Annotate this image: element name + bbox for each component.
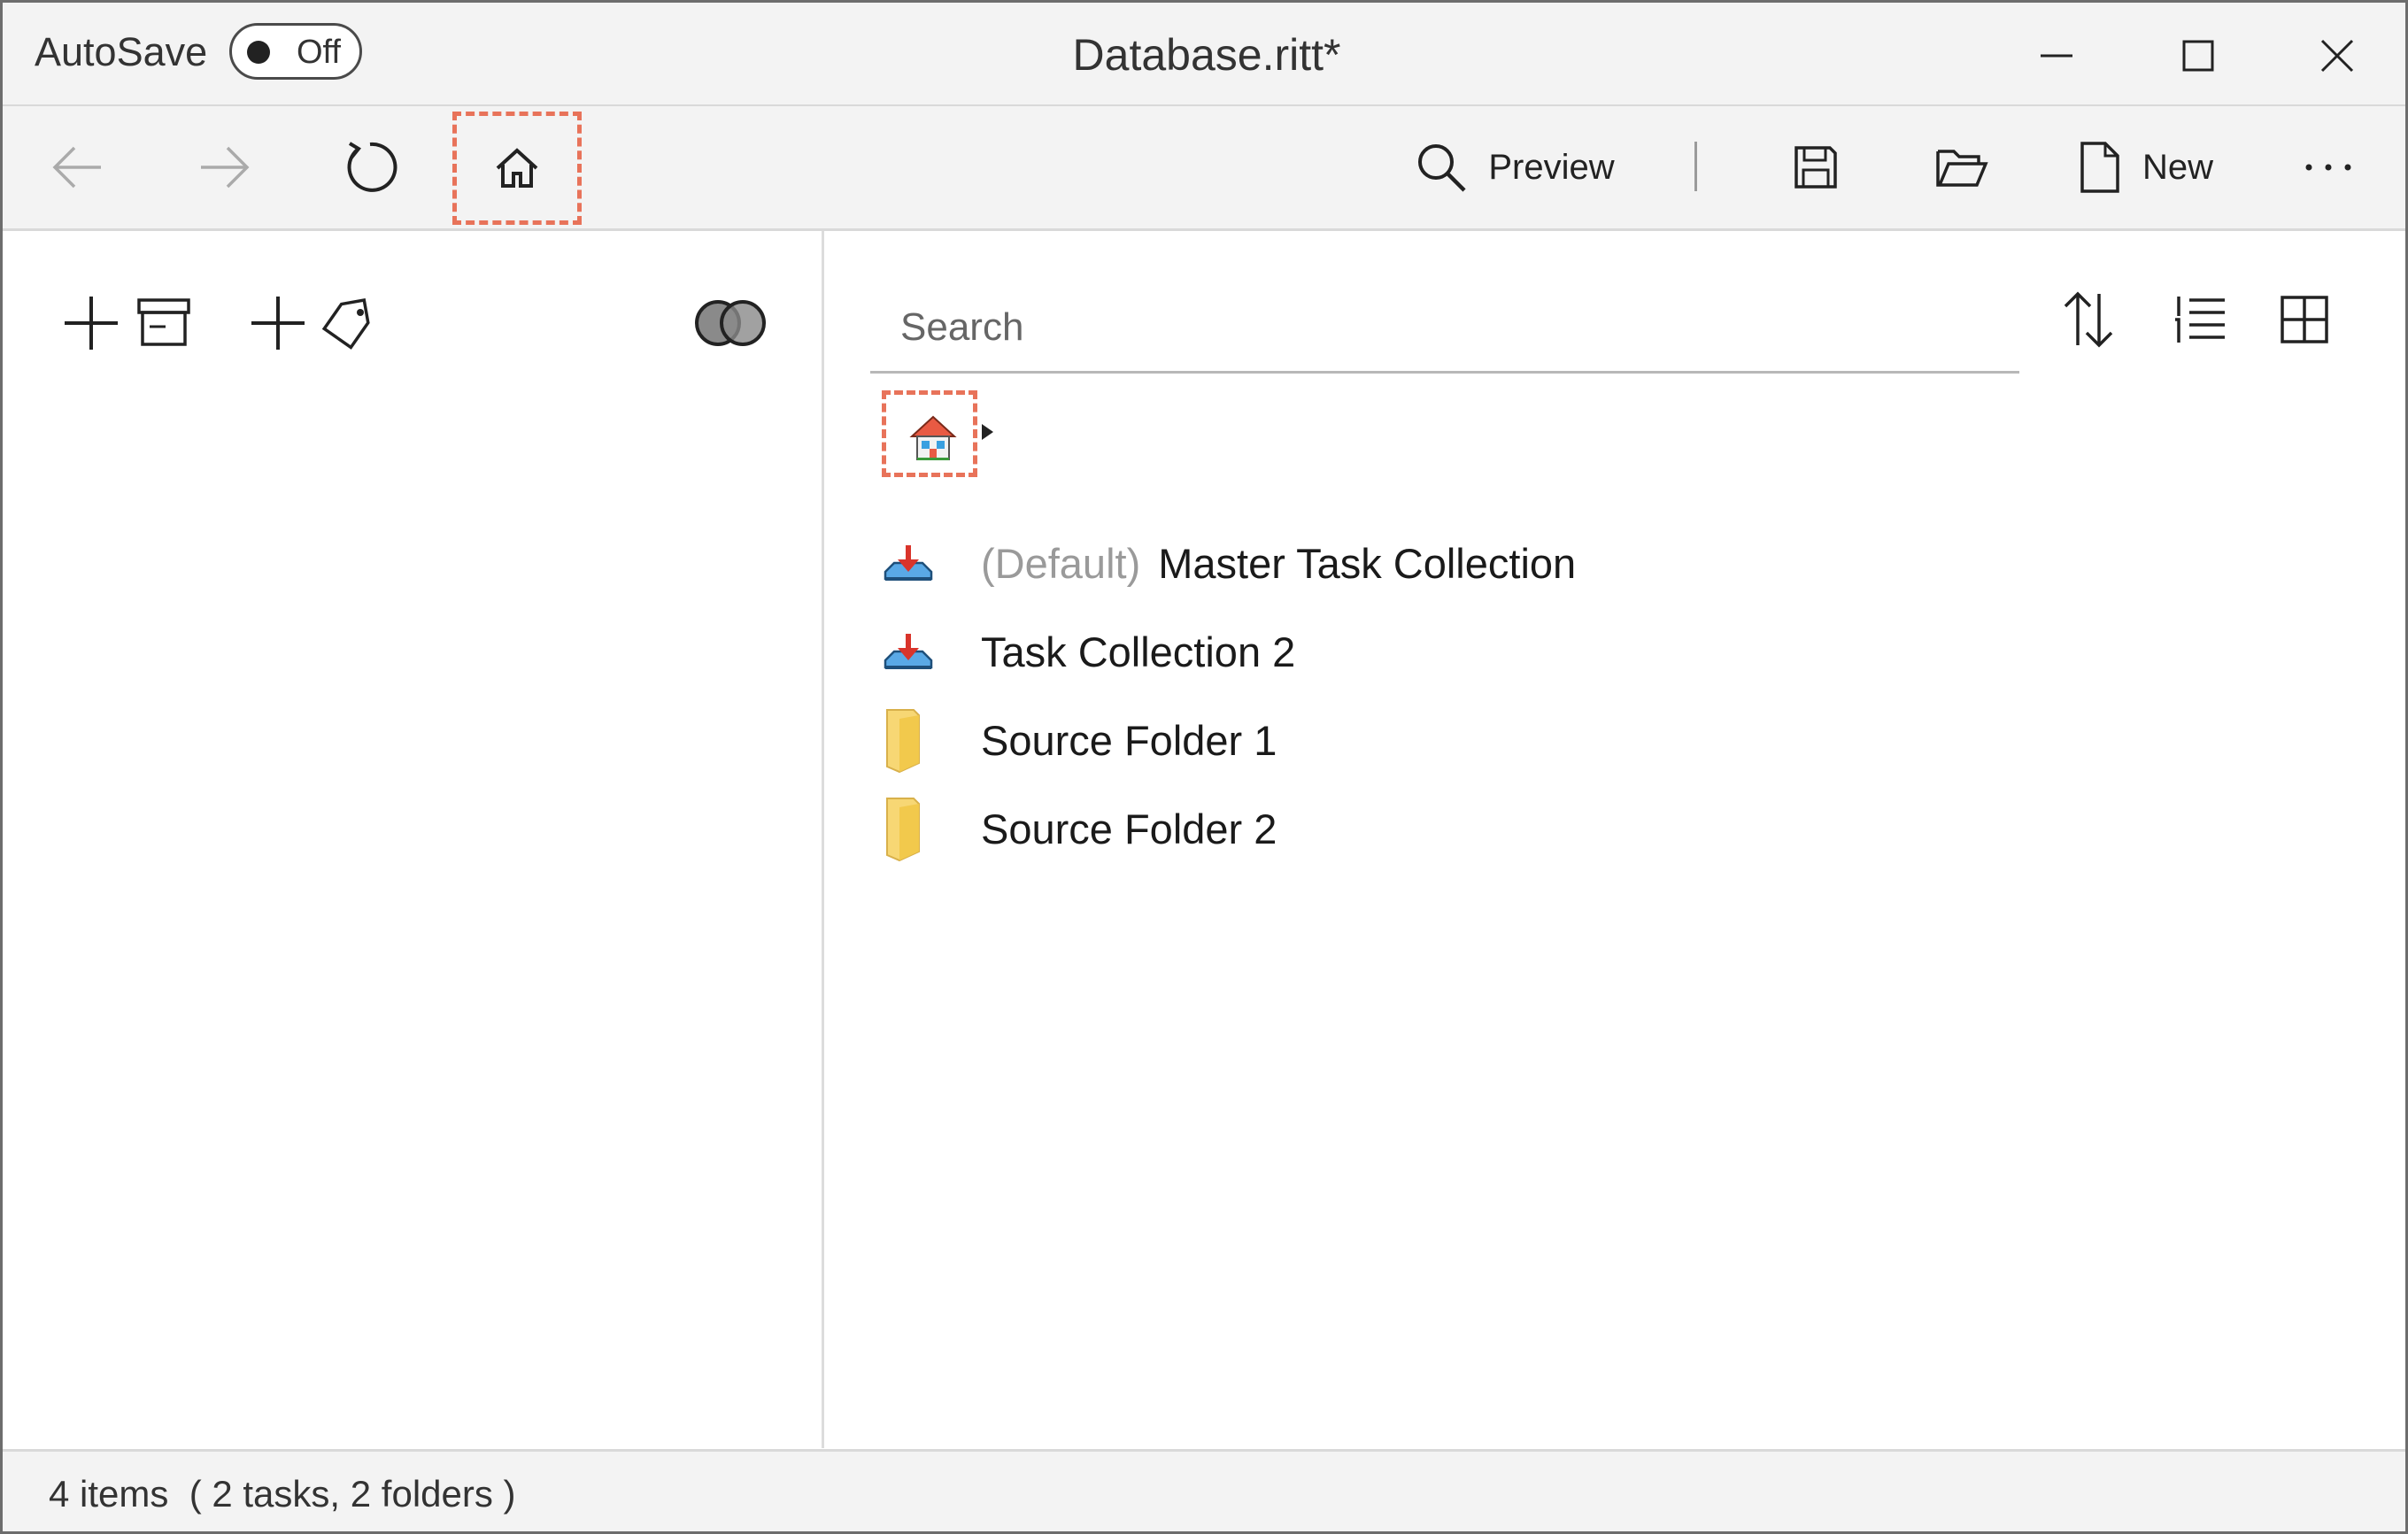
close-button[interactable]	[2297, 20, 2377, 91]
autosave-label: AutoSave	[35, 29, 208, 74]
more-button[interactable]	[2288, 119, 2368, 216]
toolbar: Preview New	[3, 106, 2405, 231]
close-icon	[2320, 39, 2354, 73]
folder-icon	[882, 705, 935, 775]
forward-button[interactable]	[184, 119, 264, 216]
open-button[interactable]	[1922, 119, 2002, 216]
merge-button[interactable]	[689, 286, 774, 360]
open-folder-icon	[1936, 150, 1988, 187]
home-icon	[496, 148, 538, 188]
preview-label: Preview	[1488, 147, 1615, 187]
app-window: AutoSave Off Database.ritt* Preview New …	[0, 0, 2408, 1534]
list-view-icon	[2175, 297, 2225, 343]
add-collection-button[interactable]	[59, 286, 201, 360]
item-name: Source Folder 1	[981, 716, 1277, 764]
sort-icon	[2064, 291, 2113, 348]
grid-view-icon	[2281, 296, 2328, 343]
list-item[interactable]: Source Folder 2	[882, 784, 2298, 873]
item-name: Task Collection 2	[981, 628, 1296, 675]
item-name: Source Folder 2	[981, 805, 1277, 852]
back-arrow-icon	[52, 146, 101, 189]
autosave-state: Off	[297, 34, 341, 71]
list-item-label: (Default) Master Task Collection	[981, 539, 1576, 588]
task-collection-icon	[882, 528, 935, 598]
forward-arrow-icon	[201, 146, 250, 189]
list-item[interactable]: Task Collection 2	[882, 607, 2298, 696]
list-item-label: Task Collection 2	[981, 628, 1295, 676]
list-item-label: Source Folder 2	[981, 805, 1277, 853]
status-text: 4 items ( 2 tasks, 2 folders )	[49, 1473, 516, 1515]
breadcrumb-expand-arrow[interactable]	[982, 424, 993, 440]
list-item[interactable]: Source Folder 1	[882, 696, 2298, 784]
refresh-button[interactable]	[330, 119, 410, 216]
title-bar: AutoSave Off Database.ritt*	[3, 3, 2405, 106]
add-collection-icon	[65, 297, 190, 350]
search-box	[870, 284, 2019, 374]
grid-view-button[interactable]	[2260, 275, 2349, 364]
preview-button[interactable]: Preview	[1406, 119, 1623, 216]
save-icon	[1794, 146, 1837, 189]
toolbar-separator	[1694, 142, 1697, 191]
add-tag-button[interactable]	[246, 286, 388, 360]
back-button[interactable]	[38, 119, 118, 216]
toggle-knob	[247, 41, 270, 64]
minimize-button[interactable]	[2017, 20, 2096, 91]
list-item[interactable]: (Default) Master Task Collection	[882, 519, 2298, 607]
maximize-button[interactable]	[2158, 20, 2238, 91]
new-document-icon	[2080, 142, 2119, 193]
home-button[interactable]	[452, 112, 582, 225]
merge-circles-icon	[695, 300, 766, 346]
house-icon	[902, 407, 964, 469]
item-list: (Default) Master Task Collection Task Coll…	[882, 519, 2298, 873]
maximize-icon	[2182, 40, 2214, 72]
new-button[interactable]: New	[2065, 119, 2225, 216]
new-label: New	[2142, 147, 2214, 187]
add-tag-icon	[251, 297, 370, 350]
right-pane: (Default) Master Task Collection Task Coll…	[824, 231, 2405, 1448]
refresh-icon	[347, 142, 397, 192]
breadcrumb-home[interactable]	[882, 390, 977, 477]
save-button[interactable]	[1776, 119, 1856, 216]
list-item-label: Source Folder 1	[981, 716, 1277, 765]
folder-icon	[882, 793, 935, 864]
minimize-icon	[2041, 54, 2072, 58]
status-bar: 4 items ( 2 tasks, 2 folders )	[3, 1449, 2405, 1531]
list-view-button[interactable]	[2155, 275, 2243, 364]
left-pane	[3, 231, 824, 1448]
item-name: Master Task Collection	[1158, 539, 1577, 587]
task-collection-icon	[882, 616, 935, 687]
more-icon	[2305, 164, 2351, 171]
default-prefix: (Default)	[981, 539, 1141, 587]
sort-button[interactable]	[2044, 275, 2133, 364]
window-title: Database.ritt*	[1072, 30, 1341, 80]
search-icon	[1418, 144, 1466, 192]
search-input[interactable]	[870, 284, 2019, 371]
autosave-toggle[interactable]: Off	[229, 23, 362, 80]
